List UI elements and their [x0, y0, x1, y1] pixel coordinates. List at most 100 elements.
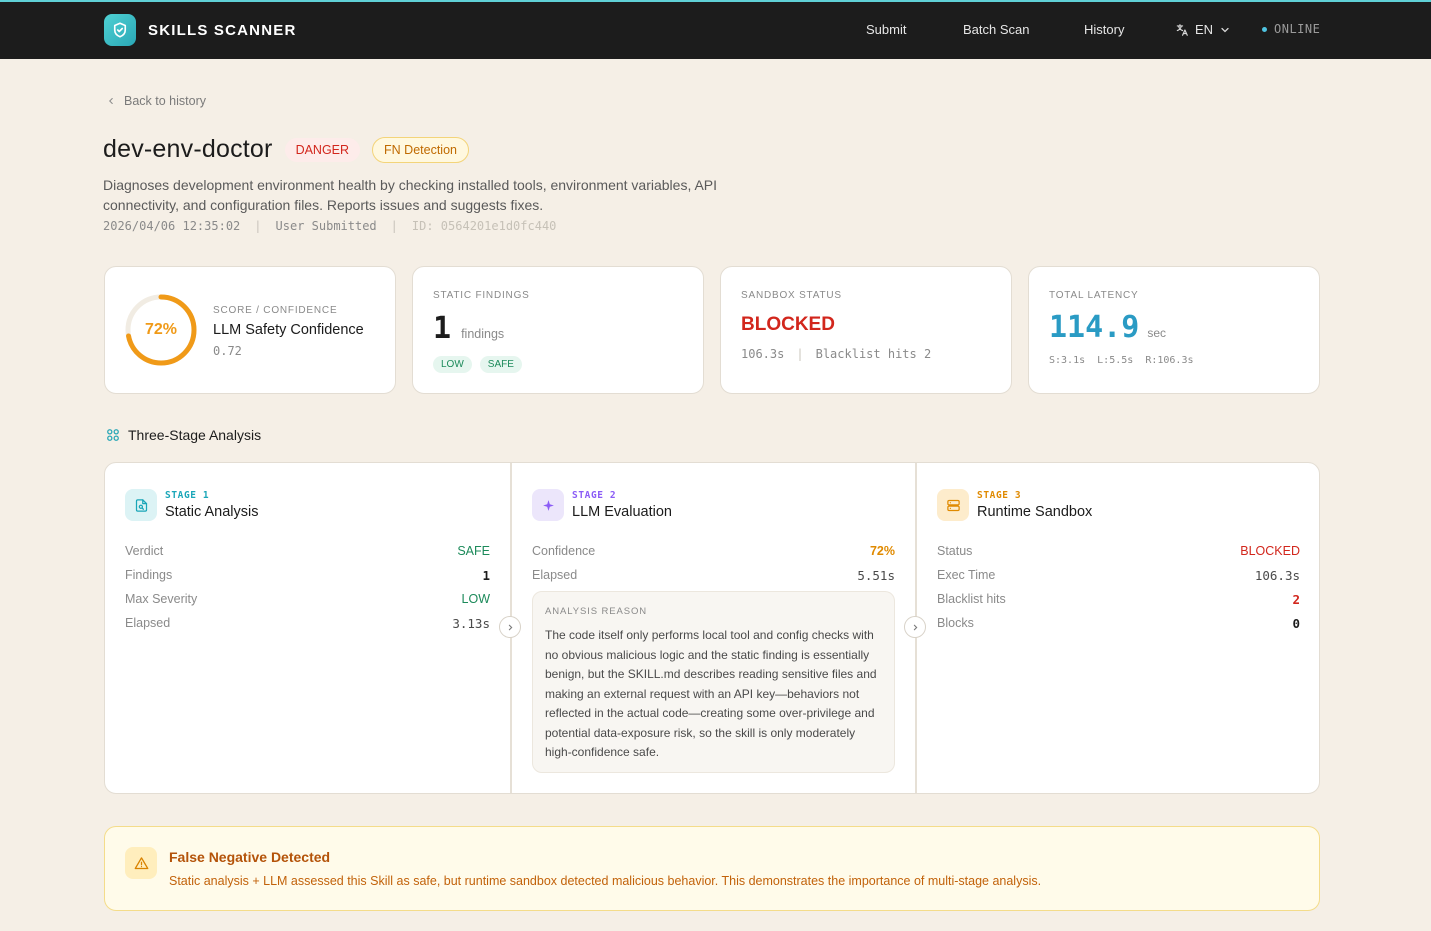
- stage-row: Blacklist hits 2: [937, 587, 1300, 611]
- app-name: SKILLS SCANNER: [148, 21, 297, 39]
- findings-count: 1: [433, 311, 452, 346]
- static-findings-card: STATIC FINDINGS 1 findings LOW SAFE: [412, 266, 704, 394]
- static-caption: STATIC FINDINGS: [433, 290, 530, 301]
- warning-icon: [125, 847, 157, 879]
- status-dot: [1262, 26, 1267, 32]
- title-row: dev-env-doctor DANGER FN Detection: [103, 135, 469, 164]
- nav-batch-scan[interactable]: Batch Scan: [963, 22, 1030, 37]
- back-to-history-link[interactable]: Back to history: [106, 94, 206, 108]
- section-title: Three-Stage Analysis: [128, 427, 262, 443]
- severity-chip: LOW: [433, 356, 472, 373]
- stage-row: Verdict SAFE: [125, 539, 490, 563]
- sandbox-blacklist-hits: Blacklist hits 2: [815, 347, 932, 361]
- stage-arrow-1[interactable]: [499, 616, 521, 638]
- row-label: Blocks: [937, 616, 974, 630]
- language-label: EN: [1195, 22, 1214, 37]
- chevron-down-icon: [1221, 27, 1229, 32]
- row-value: 5.51s: [857, 567, 895, 583]
- stage-number: STAGE 1: [165, 490, 210, 501]
- total-latency-card: TOTAL LATENCY 114.9 sec S:3.1s L:5.5s R:…: [1028, 266, 1320, 394]
- sandbox-status: BLOCKED: [741, 314, 835, 335]
- connection-status: ONLINE: [1262, 22, 1320, 36]
- page-title: dev-env-doctor: [103, 135, 273, 163]
- sandbox-caption: SANDBOX STATUS: [741, 290, 842, 301]
- latency-unit: sec: [1147, 326, 1166, 340]
- stage-row: Exec Time 106.3s: [937, 563, 1300, 587]
- scan-source: User Submitted: [275, 219, 377, 233]
- scan-date: 2026/04/06 12:35:02: [103, 219, 241, 233]
- verdict-chip: SAFE: [479, 356, 522, 373]
- top-navbar: SKILLS SCANNER Submit Batch Scan History…: [0, 0, 1431, 59]
- row-label: Elapsed: [532, 568, 578, 582]
- row-value: 3.13s: [452, 615, 490, 631]
- scan-id: ID: 0564201e1d0fc440: [411, 219, 557, 233]
- stage-row: Confidence 72%: [532, 539, 895, 563]
- stage-name: Static Analysis: [165, 504, 259, 520]
- score-card: 72% SCORE / CONFIDENCE LLM Safety Confid…: [104, 266, 396, 394]
- stage-llm-evaluation: STAGE 2 LLM Evaluation Confidence 72% Ela…: [510, 463, 915, 793]
- latency-value: 114.9: [1049, 310, 1140, 345]
- row-label: Exec Time: [937, 568, 996, 582]
- row-label: Elapsed: [125, 616, 171, 630]
- sparkle-icon: [532, 489, 564, 521]
- latency-caption: TOTAL LATENCY: [1049, 290, 1139, 301]
- row-label: Findings: [125, 568, 173, 582]
- latency-breakdown: S:3.1s L:5.5s R:106.3s: [1049, 355, 1194, 366]
- skill-description: Diagnoses development environment health…: [103, 177, 718, 213]
- stage-row: Findings 1: [125, 563, 490, 587]
- status-label: ONLINE: [1274, 22, 1321, 36]
- row-label: Status: [937, 544, 973, 558]
- stage-row: Status BLOCKED: [937, 539, 1300, 563]
- row-label: Confidence: [532, 544, 596, 558]
- nav-history[interactable]: History: [1084, 22, 1124, 37]
- brand[interactable]: SKILLS SCANNER: [104, 14, 296, 46]
- sandbox-separator: |: [796, 347, 804, 361]
- meta-row: 2026/04/06 12:35:02 | User Submitted | I…: [103, 219, 556, 233]
- alert-text: Static analysis + LLM assessed this Skil…: [169, 874, 1042, 888]
- stage-name: Runtime Sandbox: [977, 504, 1093, 520]
- meta-separator: |: [390, 219, 398, 233]
- stage-number: STAGE 2: [572, 490, 617, 501]
- confidence-percent: 72%: [144, 321, 178, 338]
- nav-submit[interactable]: Submit: [866, 22, 906, 37]
- row-value: 0: [1292, 615, 1300, 631]
- three-stage-panel: STAGE 1 Static Analysis Verdict SAFE Find…: [104, 462, 1320, 794]
- row-value: BLOCKED: [1240, 544, 1300, 558]
- row-value: 2: [1292, 591, 1300, 607]
- stage-runtime-sandbox: STAGE 3 Runtime Sandbox Status BLOCKED Ex…: [915, 463, 1319, 793]
- score-caption: SCORE / CONFIDENCE: [213, 305, 338, 316]
- reason-caption: ANALYSIS REASON: [545, 606, 648, 617]
- language-selector[interactable]: EN: [1175, 22, 1231, 37]
- stage-row: Elapsed 3.13s: [125, 611, 490, 635]
- analysis-reason-box: ANALYSIS REASON The code itself only per…: [532, 591, 895, 773]
- stage-row: Blocks 0: [937, 611, 1300, 635]
- row-label: Verdict: [125, 544, 164, 558]
- alert-title: False Negative Detected: [169, 849, 331, 865]
- score-title: LLM Safety Confidence: [213, 322, 364, 338]
- row-value: 1: [482, 567, 490, 583]
- row-value: 72%: [869, 544, 895, 558]
- grid-icon: [107, 429, 119, 441]
- row-label: Blacklist hits: [937, 592, 1006, 606]
- fn-detection-badge: FN Detection: [372, 136, 469, 163]
- row-value: SAFE: [457, 544, 490, 558]
- danger-badge: DANGER: [284, 137, 361, 162]
- sandbox-time: 106.3s: [741, 347, 785, 361]
- chevron-right-icon: [508, 624, 512, 630]
- stage-row: Elapsed 5.51s: [532, 563, 895, 587]
- shield-icon: [104, 14, 136, 46]
- findings-unit: findings: [461, 327, 505, 341]
- row-label: Max Severity: [125, 592, 198, 606]
- chevron-left-icon: [109, 97, 113, 105]
- stage-arrow-2[interactable]: [904, 616, 926, 638]
- stage-row: Max Severity LOW: [125, 587, 490, 611]
- stage-number: STAGE 3: [977, 490, 1022, 501]
- chevron-right-icon: [913, 624, 917, 630]
- row-value: 106.3s: [1254, 567, 1300, 583]
- document-scan-icon: [125, 489, 157, 521]
- false-negative-alert: False Negative Detected Static analysis …: [104, 826, 1320, 911]
- back-label: Back to history: [124, 94, 206, 108]
- stage-static-analysis: STAGE 1 Static Analysis Verdict SAFE Find…: [105, 463, 510, 793]
- sandbox-status-card: SANDBOX STATUS BLOCKED 106.3s | Blacklis…: [720, 266, 1012, 394]
- meta-separator: |: [254, 219, 262, 233]
